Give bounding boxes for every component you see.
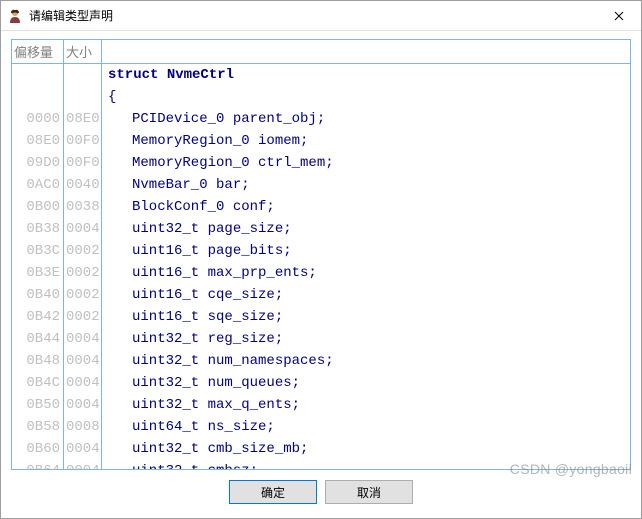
decl-cell[interactable]: BlockConf_0 conf; — [102, 196, 630, 218]
offset-cell: 0B3C — [12, 240, 64, 262]
open-brace-row[interactable]: { — [12, 86, 630, 108]
decl-cell[interactable]: NvmeBar_0 bar; — [102, 174, 630, 196]
member-row[interactable]: 0B480004uint32_t num_namespaces; — [12, 350, 630, 372]
size-cell: 0038 — [64, 196, 102, 218]
app-icon — [7, 8, 23, 24]
size-cell: 0008 — [64, 416, 102, 438]
size-cell: 0040 — [64, 174, 102, 196]
offset-cell — [12, 86, 64, 108]
decl-cell[interactable]: struct NvmeCtrl — [102, 64, 630, 86]
member-row[interactable]: 0B500004uint32_t max_q_ents; — [12, 394, 630, 416]
decl-cell[interactable]: uint16_t sqe_size; — [102, 306, 630, 328]
close-button[interactable] — [596, 1, 641, 31]
offset-cell: 09D0 — [12, 152, 64, 174]
decl-cell[interactable]: uint32_t num_queues; — [102, 372, 630, 394]
offset-cell: 0B4C — [12, 372, 64, 394]
col-header-decl[interactable] — [102, 40, 630, 64]
offset-cell — [12, 64, 64, 86]
decl-cell[interactable]: uint32_t cmbsz; — [102, 460, 630, 469]
dialog-window: 请编辑类型声明 偏移量 大小 struct NvmeCtrl{000008E0P… — [0, 0, 642, 519]
offset-cell: 0B58 — [12, 416, 64, 438]
size-cell: 0004 — [64, 218, 102, 240]
offset-cell: 0B38 — [12, 218, 64, 240]
size-cell: 0004 — [64, 328, 102, 350]
offset-cell: 0B60 — [12, 438, 64, 460]
member-row[interactable]: 0B440004uint32_t reg_size; — [12, 328, 630, 350]
size-cell: 0002 — [64, 262, 102, 284]
decl-cell[interactable]: uint32_t num_namespaces; — [102, 350, 630, 372]
offset-cell: 0B3E — [12, 262, 64, 284]
member-row[interactable]: 000008E0PCIDevice_0 parent_obj; — [12, 108, 630, 130]
dialog-content: 偏移量 大小 struct NvmeCtrl{000008E0PCIDevice… — [1, 31, 641, 518]
size-cell: 0004 — [64, 438, 102, 460]
member-row[interactable]: 0B380004uint32_t page_size; — [12, 218, 630, 240]
size-cell: 0002 — [64, 240, 102, 262]
size-cell: 0004 — [64, 350, 102, 372]
size-cell: 0004 — [64, 394, 102, 416]
decl-cell[interactable]: PCIDevice_0 parent_obj; — [102, 108, 630, 130]
decl-cell[interactable]: uint16_t cqe_size; — [102, 284, 630, 306]
offset-cell: 0B40 — [12, 284, 64, 306]
decl-cell[interactable]: uint32_t cmb_size_mb; — [102, 438, 630, 460]
offset-cell: 0000 — [12, 108, 64, 130]
size-cell: 00F0 — [64, 130, 102, 152]
struct-body-scroll[interactable]: struct NvmeCtrl{000008E0PCIDevice_0 pare… — [12, 64, 630, 469]
size-cell: 0002 — [64, 306, 102, 328]
member-row[interactable]: 0B600004uint32_t cmb_size_mb; — [12, 438, 630, 460]
member-row[interactable]: 09D000F0MemoryRegion_0 ctrl_mem; — [12, 152, 630, 174]
offset-cell: 0B42 — [12, 306, 64, 328]
offset-cell: 0B64 — [12, 460, 64, 469]
member-row[interactable]: 08E000F0MemoryRegion_0 iomem; — [12, 130, 630, 152]
size-cell: 08E0 — [64, 108, 102, 130]
size-cell — [64, 86, 102, 108]
offset-cell: 0B44 — [12, 328, 64, 350]
decl-cell[interactable]: MemoryRegion_0 ctrl_mem; — [102, 152, 630, 174]
member-row[interactable]: 0B3C0002uint16_t page_bits; — [12, 240, 630, 262]
struct-editor: 偏移量 大小 struct NvmeCtrl{000008E0PCIDevice… — [11, 39, 631, 470]
window-title: 请编辑类型声明 — [29, 7, 596, 24]
size-cell: 00F0 — [64, 152, 102, 174]
struct-header-row[interactable]: struct NvmeCtrl — [12, 64, 630, 86]
col-header-size[interactable]: 大小 — [64, 40, 102, 64]
decl-cell[interactable]: MemoryRegion_0 iomem; — [102, 130, 630, 152]
member-row[interactable]: 0B000038BlockConf_0 conf; — [12, 196, 630, 218]
offset-cell: 0B00 — [12, 196, 64, 218]
offset-cell: 0AC0 — [12, 174, 64, 196]
offset-cell: 08E0 — [12, 130, 64, 152]
decl-cell[interactable]: uint16_t max_prp_ents; — [102, 262, 630, 284]
decl-cell[interactable]: uint32_t max_q_ents; — [102, 394, 630, 416]
button-row: 确定 取消 — [11, 470, 631, 510]
size-cell — [64, 64, 102, 86]
member-row[interactable]: 0B420002uint16_t sqe_size; — [12, 306, 630, 328]
col-header-offset[interactable]: 偏移量 — [12, 40, 64, 64]
titlebar[interactable]: 请编辑类型声明 — [1, 1, 641, 31]
offset-cell: 0B50 — [12, 394, 64, 416]
member-row[interactable]: 0B4C0004uint32_t num_queues; — [12, 372, 630, 394]
decl-cell[interactable]: uint16_t page_bits; — [102, 240, 630, 262]
decl-cell[interactable]: { — [102, 86, 630, 108]
size-cell: 0004 — [64, 372, 102, 394]
ok-button[interactable]: 确定 — [229, 480, 317, 504]
decl-cell[interactable]: uint64_t ns_size; — [102, 416, 630, 438]
size-cell: 0004 — [64, 460, 102, 469]
member-row[interactable]: 0B400002uint16_t cqe_size; — [12, 284, 630, 306]
member-row[interactable]: 0AC00040NvmeBar_0 bar; — [12, 174, 630, 196]
offset-cell: 0B48 — [12, 350, 64, 372]
member-row[interactable]: 0B640004uint32_t cmbsz; — [12, 460, 630, 469]
size-cell: 0002 — [64, 284, 102, 306]
member-row[interactable]: 0B3E0002uint16_t max_prp_ents; — [12, 262, 630, 284]
decl-cell[interactable]: uint32_t page_size; — [102, 218, 630, 240]
cancel-button[interactable]: 取消 — [325, 480, 413, 504]
decl-cell[interactable]: uint32_t reg_size; — [102, 328, 630, 350]
member-row[interactable]: 0B580008uint64_t ns_size; — [12, 416, 630, 438]
column-headers: 偏移量 大小 — [12, 40, 630, 64]
